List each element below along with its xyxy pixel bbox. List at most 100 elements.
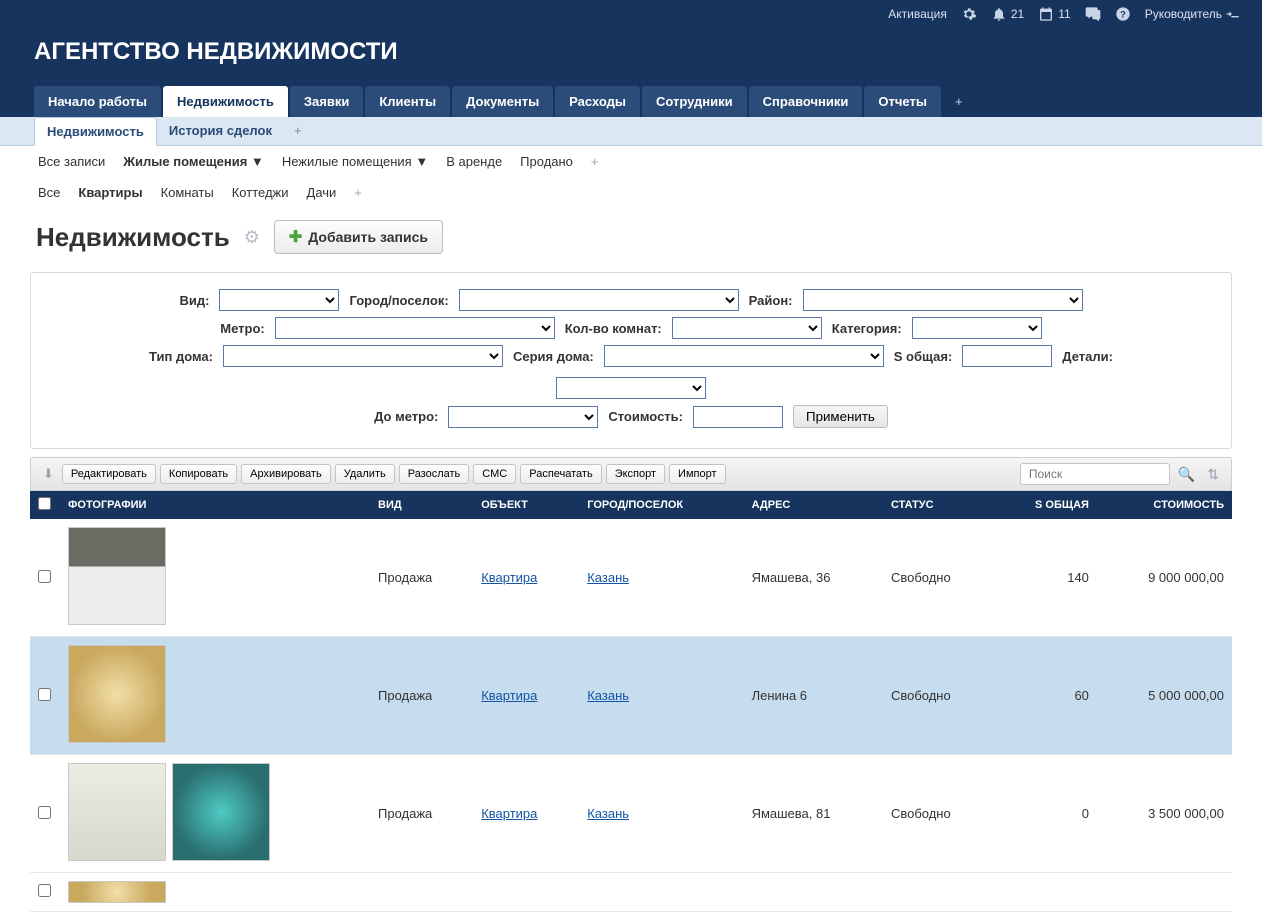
photo-thumbnail[interactable]	[172, 763, 270, 861]
label-house-series: Серия дома:	[513, 349, 594, 364]
app-header: Активация 21 11 ? Руководитель АГЕНТСТВО…	[0, 0, 1262, 117]
toolbar-dropdown-icon[interactable]: ⬇	[39, 466, 58, 482]
select-house-series[interactable]	[604, 345, 884, 367]
filter-rented[interactable]: В аренде	[446, 154, 502, 169]
filter-nonresidential[interactable]: Нежилые помещения ▼	[282, 154, 428, 169]
subtab-deal-history[interactable]: История сделок	[157, 117, 284, 145]
nav-clients[interactable]: Клиенты	[365, 86, 450, 117]
grid-search-input[interactable]	[1020, 463, 1170, 485]
filter-sold[interactable]: Продано	[520, 154, 573, 169]
col-city: ГОРОД/ПОСЕЛОК	[579, 491, 743, 519]
cell-city[interactable]: Казань	[587, 688, 629, 703]
select-house-type[interactable]	[223, 345, 503, 367]
table-row[interactable]: ПродажаКвартираКазаньЯмашева, 36Свободно…	[30, 519, 1232, 637]
cell-city[interactable]: Казань	[587, 570, 629, 585]
nav-directories[interactable]: Справочники	[749, 86, 863, 117]
nav-staff[interactable]: Сотрудники	[642, 86, 747, 117]
nav-documents[interactable]: Документы	[452, 86, 553, 117]
btn-copy[interactable]: Копировать	[160, 464, 237, 484]
cell-object[interactable]: Квартира	[481, 688, 537, 703]
add-record-button[interactable]: ✚ Добавить запись	[274, 220, 443, 254]
calendar-count: 11	[1058, 7, 1070, 21]
photo-thumbnail[interactable]	[68, 527, 166, 625]
photo-thumbnail[interactable]	[68, 763, 166, 861]
select-details[interactable]	[556, 377, 706, 399]
filter-add-primary[interactable]: +	[591, 154, 599, 169]
filter-rooms[interactable]: Комнаты	[161, 185, 214, 200]
row-checkbox[interactable]	[38, 570, 51, 583]
table-row[interactable]: ПродажаКвартираКазаньЯмашева, 81Свободно…	[30, 755, 1232, 873]
col-address: АДРЕС	[744, 491, 883, 519]
page-settings-icon[interactable]: ⚙	[244, 227, 260, 248]
filter-add-secondary[interactable]: +	[354, 185, 362, 200]
select-vid[interactable]	[219, 289, 339, 311]
filter-all[interactable]: Все	[38, 185, 60, 200]
label-city: Город/поселок:	[349, 293, 448, 308]
help-icon[interactable]: ?	[1115, 6, 1131, 22]
apply-button[interactable]: Применить	[793, 405, 888, 428]
select-rooms[interactable]	[672, 317, 822, 339]
cell-area: 0	[994, 755, 1097, 873]
btn-print[interactable]: Распечатать	[520, 464, 601, 484]
calendar-icon[interactable]: 11	[1038, 6, 1070, 22]
row-checkbox[interactable]	[38, 884, 51, 897]
btn-edit[interactable]: Редактировать	[62, 464, 156, 484]
cell-area: 140	[994, 519, 1097, 637]
cell-object[interactable]: Квартира	[481, 570, 537, 585]
filter-cottages[interactable]: Коттеджи	[232, 185, 289, 200]
sort-icon[interactable]: ⇅	[1203, 466, 1223, 483]
filter-all-records[interactable]: Все записи	[38, 154, 105, 169]
btn-sms[interactable]: СМС	[473, 464, 516, 484]
messages-icon[interactable]	[1085, 6, 1101, 22]
label-vid: Вид:	[180, 293, 210, 308]
cell-price: 9 000 000,00	[1097, 519, 1232, 637]
table-row[interactable]	[30, 873, 1232, 912]
btn-import[interactable]: Импорт	[669, 464, 725, 484]
photo-thumbnail[interactable]	[68, 645, 166, 743]
cell-address: Ямашева, 81	[744, 755, 883, 873]
filter-apartments[interactable]: Квартиры	[78, 185, 142, 200]
subtab-realestate[interactable]: Недвижимость	[34, 117, 157, 146]
activation-link[interactable]: Активация	[888, 7, 947, 21]
row-checkbox[interactable]	[38, 806, 51, 819]
select-category[interactable]	[912, 317, 1042, 339]
search-icon[interactable]: 🔍	[1174, 466, 1199, 483]
select-metro[interactable]	[275, 317, 555, 339]
btn-send[interactable]: Разослать	[399, 464, 470, 484]
cell-city[interactable]: Казань	[587, 806, 629, 821]
filter-residential[interactable]: Жилые помещения ▼	[123, 154, 264, 169]
select-to-metro[interactable]	[448, 406, 598, 428]
plus-icon: ✚	[289, 227, 302, 247]
nav-reports[interactable]: Отчеты	[864, 86, 941, 117]
btn-archive[interactable]: Архивировать	[241, 464, 331, 484]
filter-row-primary: Все записи Жилые помещения ▼ Нежилые пом…	[0, 146, 1262, 177]
nav-start[interactable]: Начало работы	[34, 86, 161, 117]
col-photos: ФОТОГРАФИИ	[60, 491, 370, 519]
photo-thumbnail[interactable]	[68, 881, 166, 903]
btn-export[interactable]: Экспорт	[606, 464, 665, 484]
input-area[interactable]	[962, 345, 1052, 367]
nav-expenses[interactable]: Расходы	[555, 86, 640, 117]
table-row[interactable]: ПродажаКвартираКазаньЛенина 6Свободно605…	[30, 637, 1232, 755]
user-role[interactable]: Руководитель	[1145, 6, 1242, 22]
settings-icon[interactable]	[961, 6, 977, 22]
nav-requests[interactable]: Заявки	[290, 86, 363, 117]
filter-dachas[interactable]: Дачи	[307, 185, 337, 200]
label-to-metro: До метро:	[374, 409, 438, 424]
col-price: СТОИМОСТЬ	[1097, 491, 1232, 519]
nav-realestate[interactable]: Недвижимость	[163, 86, 288, 117]
select-district[interactable]	[803, 289, 1083, 311]
row-checkbox[interactable]	[38, 688, 51, 701]
select-city[interactable]	[459, 289, 739, 311]
subtab-add[interactable]: +	[284, 117, 312, 145]
col-vid: ВИД	[370, 491, 473, 519]
nav-add-tab[interactable]: +	[943, 86, 975, 117]
btn-delete[interactable]: Удалить	[335, 464, 395, 484]
cell-object[interactable]: Квартира	[481, 806, 537, 821]
select-all-checkbox[interactable]	[38, 497, 51, 510]
input-price[interactable]	[693, 406, 783, 428]
cell-price: 5 000 000,00	[1097, 637, 1232, 755]
notifications-bell[interactable]: 21	[991, 6, 1024, 22]
cell-status: Свободно	[883, 755, 994, 873]
page-title: Недвижимость	[36, 222, 230, 253]
